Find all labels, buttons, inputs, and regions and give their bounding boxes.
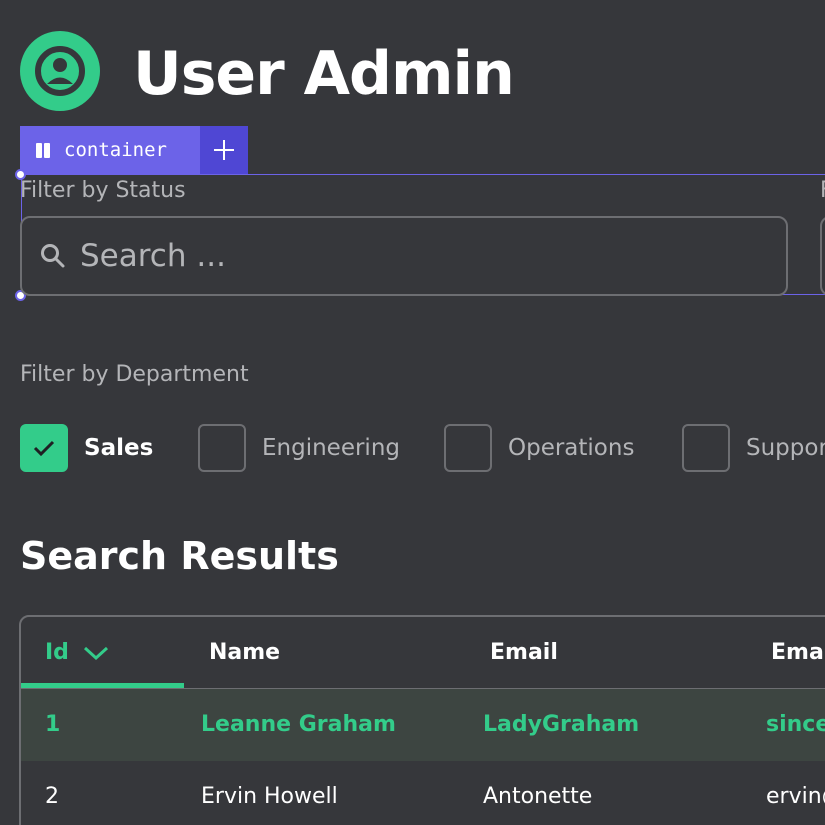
table-row[interactable]: 2 Ervin Howell Antonette ervin@melissa.t… [21, 761, 825, 825]
cell-username: Antonette [483, 784, 593, 809]
checkbox-sales-label[interactable]: Sales [84, 435, 153, 461]
checkbox-engineering-box[interactable] [198, 424, 246, 472]
drag-handle-icon[interactable] [36, 142, 50, 158]
container-tag-label[interactable]: container [20, 126, 200, 174]
second-filter-field[interactable] [820, 216, 825, 296]
table-row[interactable]: 1 Leanne Graham LadyGraham sincere@april… [21, 689, 825, 761]
container-tag[interactable]: container [20, 126, 248, 174]
column-header-email-2[interactable]: Email [771, 617, 825, 689]
cell-id: 2 [45, 784, 59, 809]
checkbox-operations-box[interactable] [444, 424, 492, 472]
checkbox-operations[interactable]: Operations [444, 424, 634, 472]
search-field[interactable] [20, 216, 788, 296]
search-input[interactable] [78, 237, 732, 275]
plus-icon [214, 140, 234, 160]
page-title: User Admin [133, 39, 515, 109]
results-title: Search Results [20, 534, 339, 578]
cell-email: ervin@melissa.tv [766, 784, 825, 809]
filter-department-label: Filter by Department [20, 362, 249, 387]
checkbox-support[interactable]: Support [682, 424, 825, 472]
checkbox-engineering-label[interactable]: Engineering [262, 435, 400, 461]
filter-status-label: Filter by Status [20, 178, 186, 203]
cell-username: LadyGraham [483, 712, 640, 737]
container-name: container [64, 139, 167, 161]
column-header-id[interactable]: Id [45, 617, 109, 689]
cell-name: Ervin Howell [201, 784, 338, 809]
checkbox-sales[interactable]: Sales [20, 424, 153, 472]
checkbox-operations-label[interactable]: Operations [508, 435, 634, 461]
cell-id: 1 [45, 712, 61, 737]
results-table: Id Name Email Email 1 Leanne Graham Lady… [19, 615, 825, 825]
chevron-down-icon [83, 646, 108, 661]
search-icon [41, 244, 65, 268]
second-filter-label: F [820, 178, 825, 203]
column-header-name[interactable]: Name [209, 617, 280, 689]
table-header-row: Id Name Email Email [21, 617, 825, 689]
column-header-id-label: Id [45, 640, 69, 665]
cell-name: Leanne Graham [201, 712, 396, 737]
checkbox-engineering[interactable]: Engineering [198, 424, 400, 472]
checkbox-support-box[interactable] [682, 424, 730, 472]
checkbox-sales-box[interactable] [20, 424, 68, 472]
column-header-email[interactable]: Email [490, 617, 558, 689]
user-circle-icon [20, 31, 100, 111]
add-component-button[interactable] [200, 126, 248, 174]
user-admin-page: User Admin container Filter by Status F … [0, 0, 825, 825]
cell-email: sincere@april.biz [766, 712, 825, 737]
checkbox-support-label[interactable]: Support [746, 435, 825, 461]
check-icon [33, 440, 55, 457]
